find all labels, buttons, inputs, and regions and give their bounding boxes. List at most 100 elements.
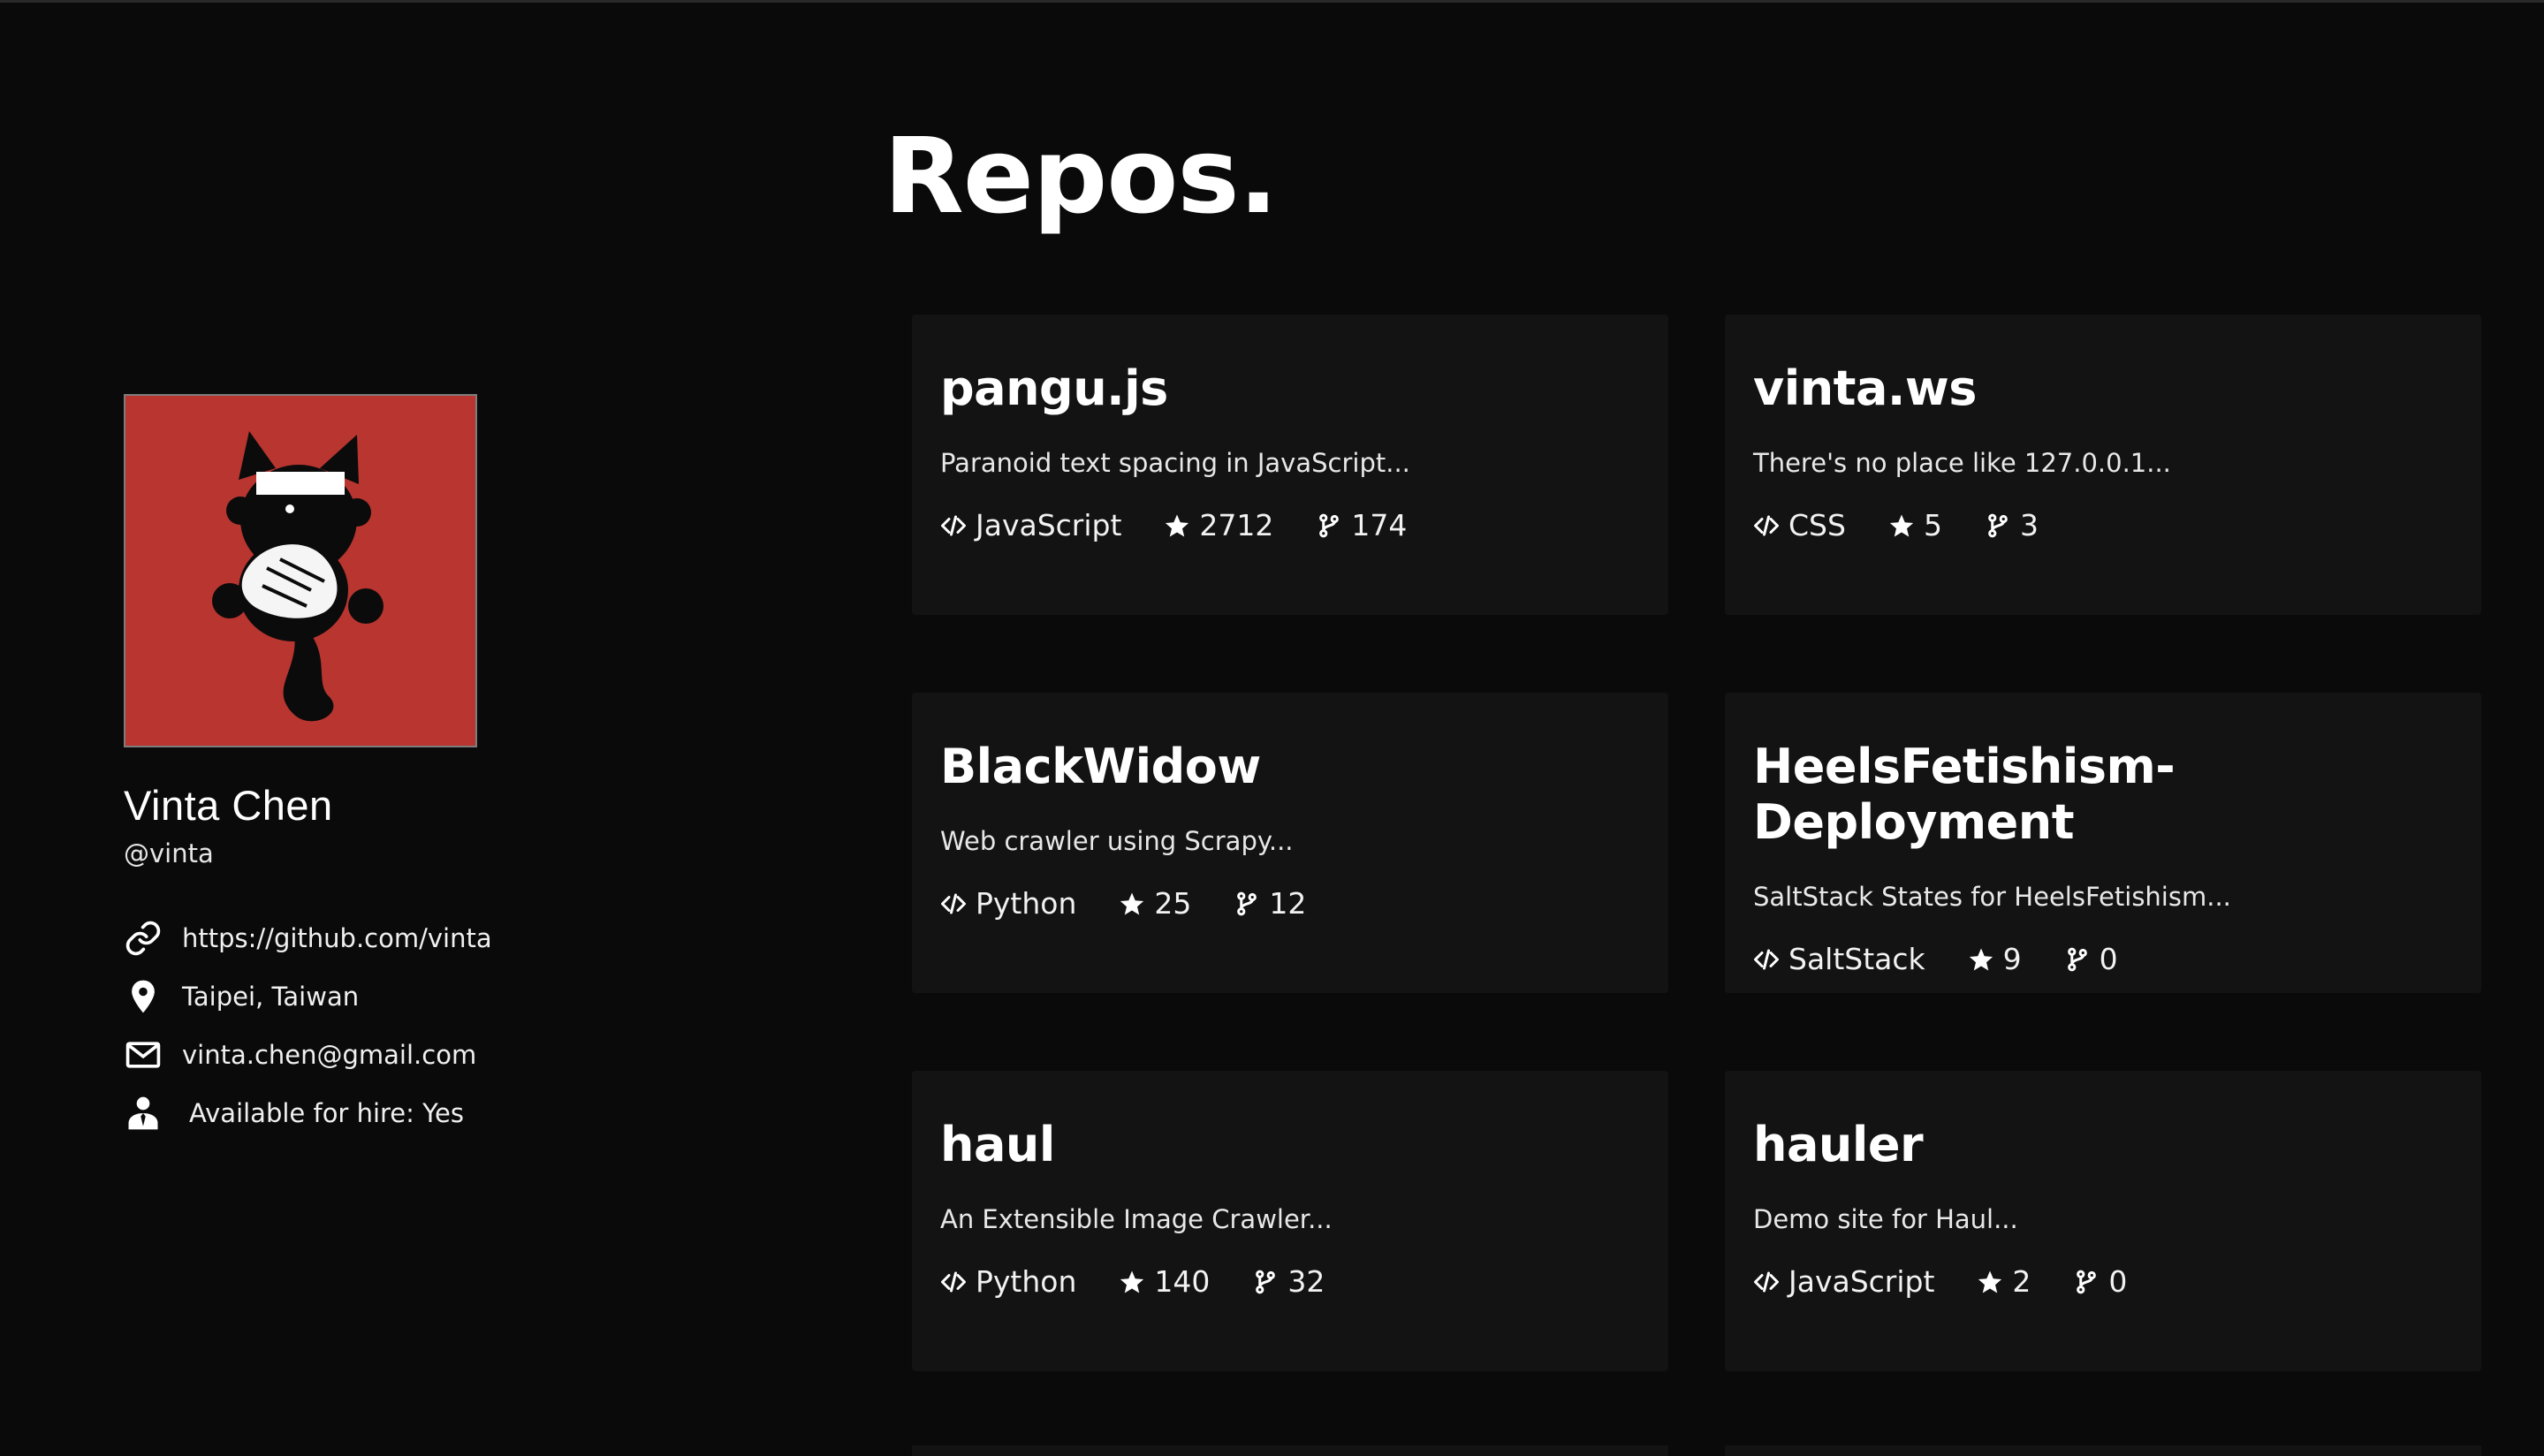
star-icon [1166,514,1189,536]
repo-meta: SaltStack 9 0 [1753,942,2453,976]
repo-forks: 12 [1234,886,1306,921]
repo-forks-count: 174 [1351,508,1408,542]
location-text: Taipei, Taiwan [182,982,360,1012]
repo-language-text: Python [976,1264,1077,1299]
repo-language: Python [940,1264,1076,1299]
star-icon [1120,1270,1144,1293]
repo-meta: JavaScript 2 0 [1753,1264,2453,1299]
website-link[interactable]: https://github.com/vinta [182,923,492,953]
repo-stars-count: 140 [1154,1264,1211,1299]
repo-meta: JavaScript 2712 174 [940,508,1640,542]
repo-name-link[interactable]: BlackWidow [940,739,1640,794]
repo-card-partial [912,1445,1668,1456]
repo-language: Python [940,886,1076,921]
repo-meta: Python 25 12 [940,886,1640,921]
info-row-location: Taipei, Taiwan [124,967,654,1026]
link-icon [124,917,166,959]
repo-language-text: SaltStack [1788,942,1925,976]
repo-card[interactable]: hauler Demo site for Haul... JavaScript … [1725,1071,2481,1371]
repo-grid: pangu.js Paranoid text spacing in JavaSc… [912,315,2481,1371]
person-tie-icon [124,1092,166,1134]
repo-forks-count: 3 [2019,508,2039,542]
profile-handle: @vinta [124,838,214,868]
repo-forks-count: 0 [2108,1264,2128,1299]
page-title: Repos. [884,115,1278,237]
repo-forks: 3 [1985,508,2039,542]
repo-name-link[interactable]: haul [940,1117,1640,1172]
repo-description: Paranoid text spacing in JavaScript... [940,448,1410,478]
repo-stars: 5 [1888,508,1942,542]
cat-avatar-illustration [212,431,383,722]
repo-stars-count: 2712 [1199,508,1274,542]
repo-card[interactable]: HeelsFetishism-Deployment SaltStack Stat… [1725,693,2481,993]
profile-sidebar: Vinta Chen @vinta https://github.com/vin… [124,394,654,1142]
repo-description: An Extensible Image Crawler... [940,1204,1333,1234]
code-icon [1754,949,1779,969]
location-pin-icon [124,975,166,1018]
repo-stars-count: 25 [1154,886,1192,921]
star-icon [1889,514,1914,536]
repo-forks: 32 [1252,1264,1325,1299]
repo-description: There's no place like 127.0.0.1... [1753,448,2171,478]
code-icon [941,1271,966,1292]
repo-name-link[interactable]: HeelsFetishism-Deployment [1753,739,2453,850]
repo-name-link[interactable]: hauler [1753,1117,2453,1172]
profile-info-list: https://github.com/vinta Taipei, Taiwan … [124,909,654,1142]
repo-card[interactable]: BlackWidow Web crawler using Scrapy... P… [912,693,1668,993]
repo-name-link[interactable]: vinta.ws [1753,360,2453,416]
fork-icon [1319,513,1340,537]
repo-language-text: JavaScript [976,508,1122,542]
repo-stars-count: 2 [2012,1264,2031,1299]
avatar [124,394,477,747]
repo-language: JavaScript [1753,1264,1934,1299]
repo-language: SaltStack [1753,942,1925,976]
repo-forks-count: 0 [2099,942,2118,976]
fork-icon [1988,513,2008,537]
star-icon [1978,1270,2002,1293]
repo-language: JavaScript [940,508,1121,542]
repo-language: CSS [1753,508,1846,542]
fork-icon [2067,947,2087,971]
repo-stars: 2 [1977,1264,2031,1299]
info-row-website[interactable]: https://github.com/vinta [124,909,654,967]
info-row-email[interactable]: vinta.chen@gmail.com [124,1026,654,1084]
repo-forks: 0 [2073,1264,2127,1299]
repo-card-partial [1725,1445,2481,1456]
fork-icon [1237,891,1257,915]
repo-forks: 0 [2064,942,2118,976]
star-icon [1969,948,1993,970]
email-link[interactable]: vinta.chen@gmail.com [182,1040,476,1070]
repo-language-text: Python [976,886,1077,921]
repo-stars: 140 [1119,1264,1210,1299]
repo-stars: 25 [1119,886,1191,921]
code-icon [1754,515,1779,535]
repo-language-text: JavaScript [1788,1264,1935,1299]
repo-forks: 174 [1316,508,1407,542]
code-icon [941,515,966,535]
repo-description: SaltStack States for HeelsFetishism... [1753,882,2231,912]
repo-stars-count: 9 [2002,942,2022,976]
star-icon [1120,892,1144,914]
repo-stars-count: 5 [1923,508,1942,542]
top-border [0,0,2544,3]
repo-meta: Python 140 32 [940,1264,1640,1299]
mail-icon [124,1034,166,1076]
repo-stars: 2712 [1164,508,1273,542]
info-row-hire: Available for hire: Yes [124,1084,654,1142]
fork-icon [2077,1270,2097,1293]
fork-icon [1256,1270,1276,1293]
repo-name-link[interactable]: pangu.js [940,360,1640,416]
hire-status-text: Available for hire: Yes [189,1098,464,1128]
code-icon [1754,1271,1779,1292]
profile-name: Vinta Chen [124,782,333,829]
repo-card[interactable]: vinta.ws There's no place like 127.0.0.1… [1725,315,2481,615]
repo-card[interactable]: pangu.js Paranoid text spacing in JavaSc… [912,315,1668,615]
repo-card[interactable]: haul An Extensible Image Crawler... Pyth… [912,1071,1668,1371]
repo-language-text: CSS [1788,508,1846,542]
repo-description: Web crawler using Scrapy... [940,826,1294,856]
repo-description: Demo site for Haul... [1753,1204,2018,1234]
repo-meta: CSS 5 3 [1753,508,2453,542]
repo-forks-count: 12 [1269,886,1307,921]
code-icon [941,893,966,914]
repo-forks-count: 32 [1287,1264,1325,1299]
